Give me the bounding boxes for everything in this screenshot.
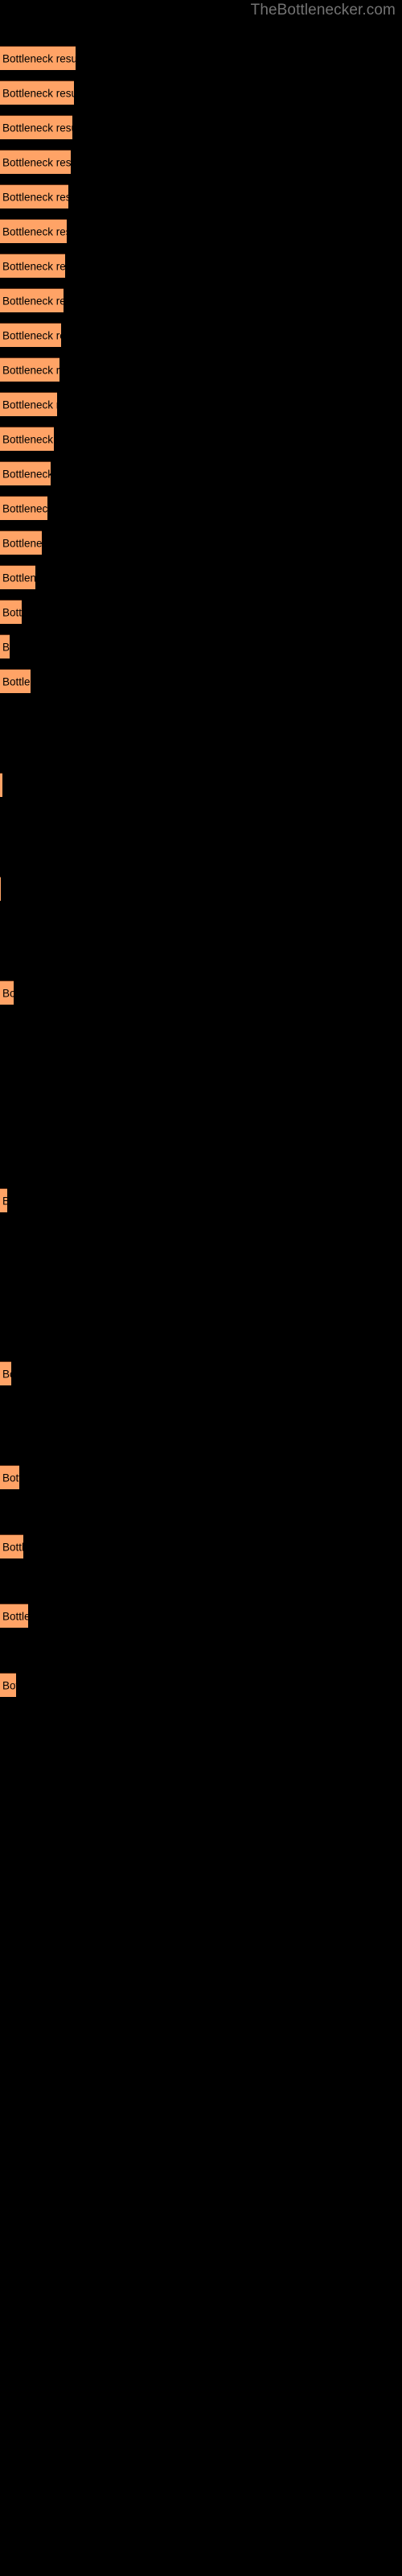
chart-bar-label: Bottleneck result [2, 606, 22, 618]
chart-bar[interactable]: Bottleneck result [0, 600, 22, 624]
bar-row: Bottleneck result [0, 386, 402, 421]
bar-row: Bottleneck result [0, 871, 402, 906]
chart-bar[interactable]: Bottleneck result [0, 980, 14, 1005]
chart-bar[interactable]: Bottleneck result [0, 1465, 19, 1489]
bar-row: Bottleneck result [0, 40, 402, 75]
chart-bar-label: Bottleneck result [2, 1679, 16, 1691]
chart-bar-label: Bottleneck result [2, 537, 42, 549]
chart-bar-label: Bottleneck result [2, 433, 54, 445]
chart-bar[interactable]: Bottleneck result [0, 288, 64, 312]
chart-bar[interactable]: Bottleneck result [0, 669, 31, 693]
chart-bar[interactable]: Bottleneck result [0, 565, 35, 589]
chart-bar[interactable]: Bottleneck result [0, 1673, 16, 1697]
bar-row: Bottleneck result [0, 1183, 402, 1217]
chart-bar-label: Bottleneck result [2, 191, 68, 203]
bar-row: Bottleneck result [0, 1529, 402, 1563]
chart-bar-label: Bottleneck result [2, 225, 67, 237]
chart-bar[interactable]: Bottleneck result [0, 46, 76, 70]
bar-row: Bottleneck result [0, 456, 402, 490]
chart-bar-label: Bottleneck result [2, 675, 31, 687]
chart-bar-label: Bottleneck result [2, 329, 61, 341]
chart-bar[interactable]: Bottleneck result [0, 1604, 28, 1628]
chart-bar[interactable]: Bottleneck result [0, 80, 74, 105]
bar-row: Bottleneck result [0, 421, 402, 456]
chart-bar[interactable]: Bottleneck result [0, 1188, 7, 1212]
chart-bar[interactable]: Bottleneck result [0, 150, 71, 174]
chart-bar-label: Bottleneck result [2, 572, 35, 584]
chart-bar[interactable]: Bottleneck result [0, 392, 57, 416]
chart-bar-label: Bottleneck result [2, 1368, 11, 1380]
chart-bar[interactable]: Bottleneck result [0, 323, 61, 347]
bar-row: Bottleneck result [0, 663, 402, 698]
horizontal-bar-chart: Bottleneck result Bottleneck result Bottle… [0, 0, 402, 2576]
bar-row: Bottleneck result [0, 1598, 402, 1633]
bar-row: Bottleneck result [0, 283, 402, 317]
chart-bar[interactable]: Bottleneck result [0, 219, 67, 243]
chart-bar-label: Bottleneck result [2, 295, 64, 307]
chart-bar[interactable]: Bottleneck result [0, 357, 59, 382]
chart-bar[interactable]: Bottleneck result [0, 184, 68, 208]
chart-bar-label: Bottleneck result [2, 641, 10, 653]
bar-row: Bottleneck result [0, 213, 402, 248]
chart-bar[interactable]: Bottleneck result [0, 461, 51, 485]
chart-bar-label: Bottleneck result [2, 502, 47, 514]
chart-bar[interactable]: Bottleneck result [0, 877, 1, 901]
chart-bar[interactable]: Bottleneck result [0, 773, 2, 797]
bar-row: Bottleneck result [0, 594, 402, 629]
chart-bar[interactable]: Bottleneck result [0, 634, 10, 658]
bar-row: Bottleneck result [0, 975, 402, 1009]
chart-bar[interactable]: Bottleneck result [0, 1361, 11, 1385]
chart-bar[interactable]: Bottleneck result [0, 530, 42, 555]
bar-row: Bottleneck result [0, 75, 402, 109]
chart-bar-label: Bottleneck result [2, 122, 72, 134]
bar-row: Bottleneck result [0, 352, 402, 386]
bar-row: Bottleneck result [0, 767, 402, 802]
bar-row: Bottleneck result [0, 1667, 402, 1702]
bar-row: Bottleneck result [0, 1459, 402, 1494]
bar-row: Bottleneck result [0, 248, 402, 283]
bar-row: Bottleneck result [0, 490, 402, 525]
chart-bar[interactable]: Bottleneck result [0, 496, 47, 520]
chart-bar[interactable]: Bottleneck result [0, 115, 72, 139]
chart-bar[interactable]: Bottleneck result [0, 254, 65, 278]
chart-bar-label: Bottleneck result [2, 52, 76, 64]
chart-bar-label: Bottleneck result [2, 1610, 28, 1622]
chart-bar-label: Bottleneck result [2, 987, 14, 999]
chart-bar-label: Bottleneck result [2, 398, 57, 411]
chart-bar-label: Bottleneck result [2, 156, 71, 168]
bar-row: Bottleneck result [0, 1356, 402, 1390]
chart-bar-label: Bottleneck result [2, 468, 51, 480]
bar-row: Bottleneck result [0, 559, 402, 594]
chart-bar[interactable]: Bottleneck result [0, 1534, 23, 1558]
chart-bar[interactable]: Bottleneck result [0, 427, 54, 451]
chart-bar-label: Bottleneck result [2, 87, 74, 99]
chart-bar-label: Bottleneck result [2, 364, 59, 376]
chart-bar-label: Bottleneck result [2, 1472, 19, 1484]
chart-bar-label: Bottleneck result [2, 1195, 7, 1207]
bar-row: Bottleneck result [0, 144, 402, 179]
bar-row: Bottleneck result [0, 179, 402, 213]
bar-row: Bottleneck result [0, 109, 402, 144]
chart-bar-label: Bottleneck result [2, 1541, 23, 1553]
bar-row: Bottleneck result [0, 629, 402, 663]
bottleneck-chart-page: TheBottlenecker.com Bottleneck result Bot… [0, 0, 402, 2576]
chart-bar-label: Bottleneck result [2, 260, 65, 272]
bar-row: Bottleneck result [0, 317, 402, 352]
bar-row: Bottleneck result [0, 525, 402, 559]
